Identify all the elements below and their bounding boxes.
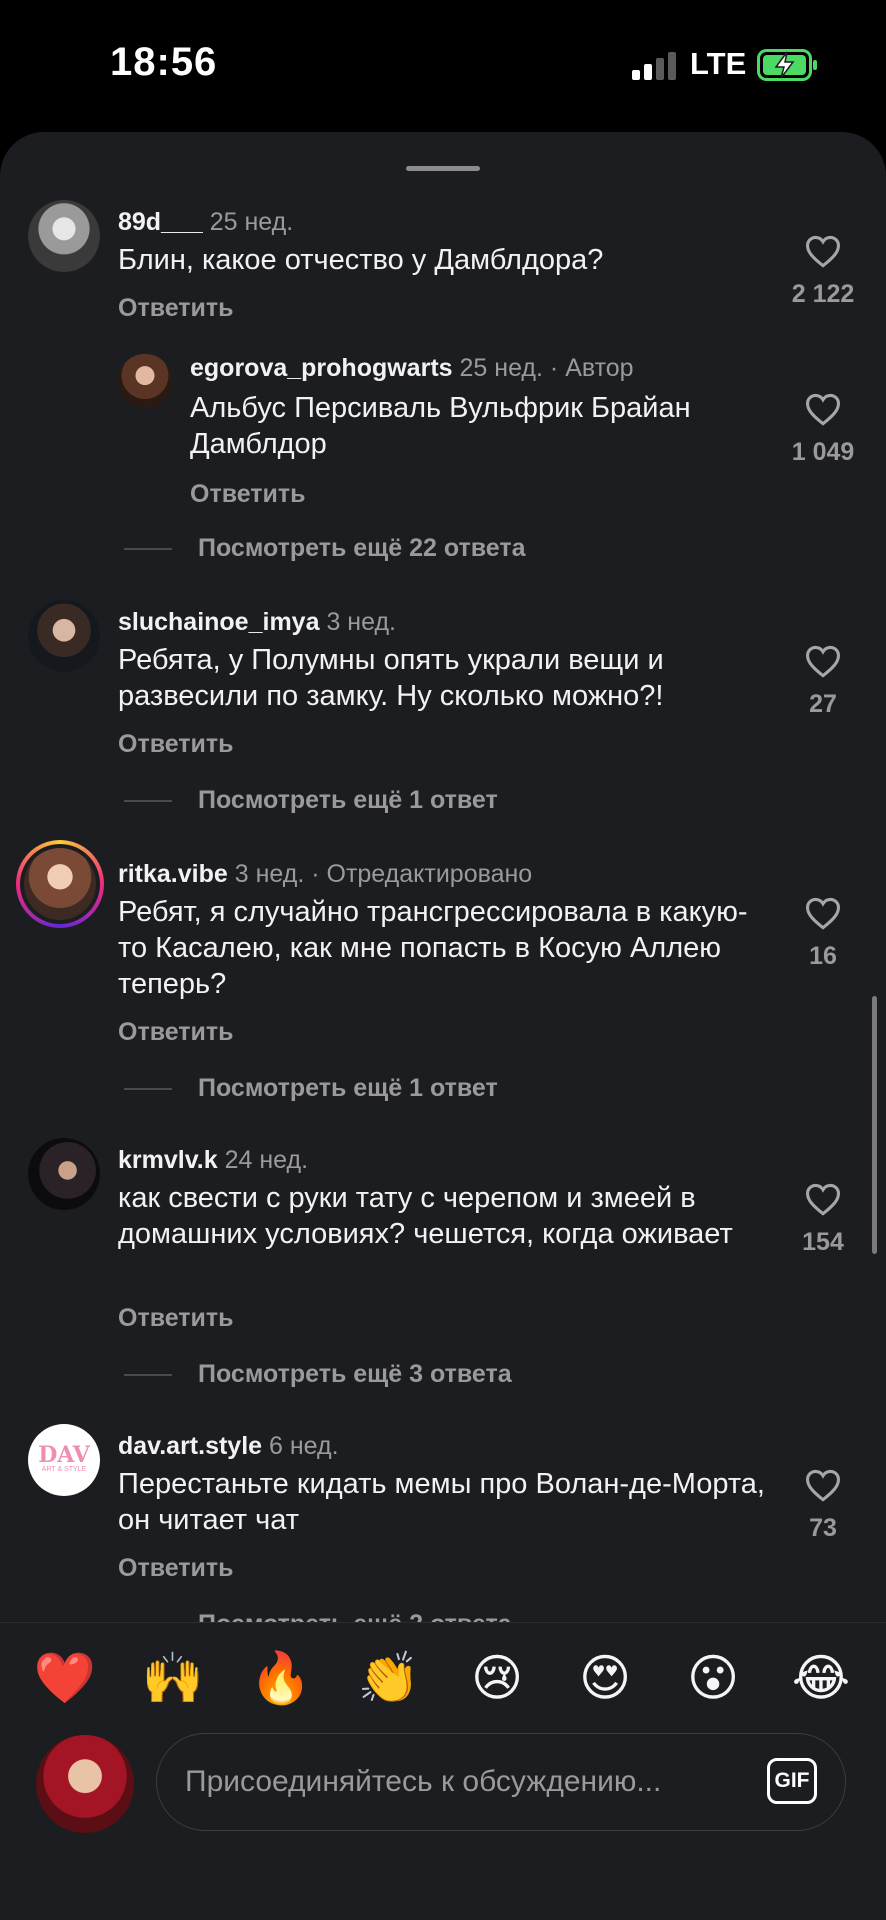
thread-line [124, 1374, 172, 1377]
view-more-replies[interactable]: Посмотреть ещё 1 ответ [124, 786, 498, 815]
avatar[interactable] [28, 1138, 100, 1210]
view-more-label: Посмотреть ещё 1 ответ [198, 1074, 498, 1102]
emoji-heart[interactable]: ❤️ [30, 1643, 100, 1713]
view-more-replies[interactable]: Посмотреть ещё 1 ответ [124, 1074, 498, 1103]
comment-username[interactable]: 89d___ [118, 208, 203, 236]
like-count: 16 [809, 942, 837, 970]
avatar[interactable] [118, 354, 172, 408]
emoji-laughing[interactable]: 😂 [786, 1643, 856, 1713]
avatar-logo-sub: ART & STYLE [41, 1466, 87, 1473]
heart-icon [805, 1469, 841, 1502]
comment-text: Перестаньте кидать мемы про Волан-де-Мор… [118, 1468, 765, 1536]
thread-line [124, 548, 172, 551]
status-time: 18:56 [110, 40, 218, 84]
comment-text: как свести с руки тату с черепом и змеей… [118, 1182, 733, 1250]
comment-time: 6 нед. [269, 1432, 339, 1460]
view-more-replies[interactable]: Посмотреть ещё 2 ответа [124, 1610, 512, 1622]
comment-time: 25 нед. [209, 208, 294, 236]
like-button[interactable]: 154 [788, 1182, 858, 1257]
view-more-label: Посмотреть ещё 2 ответа [198, 1610, 512, 1622]
reply-button[interactable]: Ответить [118, 1304, 234, 1333]
heart-icon [805, 1183, 841, 1216]
edited-label: · Отредактировано [311, 860, 533, 888]
heart-icon [805, 897, 841, 930]
avatar [24, 848, 96, 920]
emoji-heart-eyes[interactable]: 😍 [570, 1643, 640, 1713]
reply-username[interactable]: egorova_prohogwarts [190, 354, 453, 382]
comment-username[interactable]: dav.art.style [118, 1432, 262, 1460]
comment-input[interactable] [183, 1758, 727, 1806]
comment-time: 3 нед. [234, 860, 305, 888]
thread-line [124, 800, 172, 803]
reply-button[interactable]: Ответить [118, 294, 234, 323]
comment-meta: krmvlv.k 24 нед. [118, 1146, 308, 1175]
comments-list[interactable]: 89d___ 25 нед. Блин, какое отчество у Да… [0, 132, 886, 1622]
avatar[interactable]: DAV ART & STYLE [28, 1424, 100, 1496]
like-count: 154 [802, 1228, 844, 1256]
story-ring[interactable] [16, 840, 104, 928]
reply-meta: egorova_prohogwarts 25 нед. · Автор [190, 354, 634, 383]
heart-icon [805, 393, 841, 426]
heart-icon [805, 235, 841, 268]
comment-meta: dav.art.style 6 нед. [118, 1432, 339, 1461]
view-more-label: Посмотреть ещё 22 ответа [198, 534, 526, 562]
like-count: 2 122 [791, 280, 855, 308]
view-more-replies[interactable]: Посмотреть ещё 22 ответа [124, 534, 526, 563]
author-badge: · Автор [549, 354, 634, 382]
like-button[interactable]: 2 122 [788, 234, 858, 309]
comment-meta: sluchainoe_imya 3 нед. [118, 608, 396, 637]
reply-button[interactable]: Ответить [118, 730, 234, 759]
like-count: 73 [809, 1514, 837, 1542]
network-type: LTE [690, 46, 747, 81]
like-button[interactable]: 16 [788, 896, 858, 971]
comments-sheet: 89d___ 25 нед. Блин, какое отчество у Да… [0, 132, 886, 1920]
comment-meta: 89d___ 25 нед. [118, 208, 293, 237]
reply-text: Альбус Персиваль Вульфрик Брайан Дамблдо… [190, 392, 691, 460]
emoji-surprised[interactable]: 😮 [678, 1643, 748, 1713]
emoji-crying[interactable]: 😢 [462, 1643, 532, 1713]
status-bar: 18:56 LTE [0, 0, 886, 130]
comment-meta: ritka.vibe 3 нед. · Отредактировано [118, 860, 532, 889]
comment-time: 3 нед. [326, 608, 396, 636]
comment-text: Ребята, у Полумны опять украли вещи и ра… [118, 644, 664, 712]
heart-icon [805, 645, 841, 678]
reply-button[interactable]: Ответить [190, 480, 306, 509]
comment-text: Блин, какое отчество у Дамблдора? [118, 244, 604, 276]
avatar-logo-text: DAV [38, 1442, 90, 1468]
comment-input-box[interactable]: GIF [156, 1733, 846, 1831]
emoji-fire[interactable]: 🔥 [246, 1643, 316, 1713]
comment-time: 24 нед. [224, 1146, 309, 1174]
reply-button[interactable]: Ответить [118, 1554, 234, 1583]
comment-username[interactable]: ritka.vibe [118, 860, 228, 888]
quick-emoji-bar: ❤️ 🙌 🔥 👏 😢 😍 😮 😂 [0, 1643, 886, 1713]
view-more-label: Посмотреть ещё 3 ответа [198, 1360, 512, 1388]
view-more-label: Посмотреть ещё 1 ответ [198, 786, 498, 814]
composer-area: ❤️ 🙌 🔥 👏 😢 😍 😮 😂 GIF [0, 1622, 886, 1920]
emoji-raising-hands[interactable]: 🙌 [138, 1643, 208, 1713]
scrollbar[interactable] [872, 996, 877, 1254]
avatar[interactable] [28, 600, 100, 672]
emoji-clapping[interactable]: 👏 [354, 1643, 424, 1713]
reply-time: 25 нед. [459, 354, 543, 382]
thread-line [124, 1088, 172, 1091]
avatar[interactable] [28, 200, 100, 272]
like-count: 27 [809, 690, 837, 718]
view-more-replies[interactable]: Посмотреть ещё 3 ответа [124, 1360, 512, 1389]
comment-text: Ребят, я случайно трансгрессировала в ка… [118, 896, 748, 1000]
current-user-avatar [36, 1735, 134, 1833]
comment-username[interactable]: sluchainoe_imya [118, 608, 319, 636]
comment-username[interactable]: krmvlv.k [118, 1146, 218, 1174]
reply-button[interactable]: Ответить [118, 1018, 234, 1047]
like-button[interactable]: 73 [788, 1468, 858, 1543]
like-count: 1 049 [791, 438, 855, 466]
battery-charging-icon [757, 49, 817, 81]
cellular-signal-icon [632, 50, 676, 80]
gif-button[interactable]: GIF [767, 1758, 817, 1804]
like-button[interactable]: 1 049 [788, 392, 858, 467]
like-button[interactable]: 27 [788, 644, 858, 719]
